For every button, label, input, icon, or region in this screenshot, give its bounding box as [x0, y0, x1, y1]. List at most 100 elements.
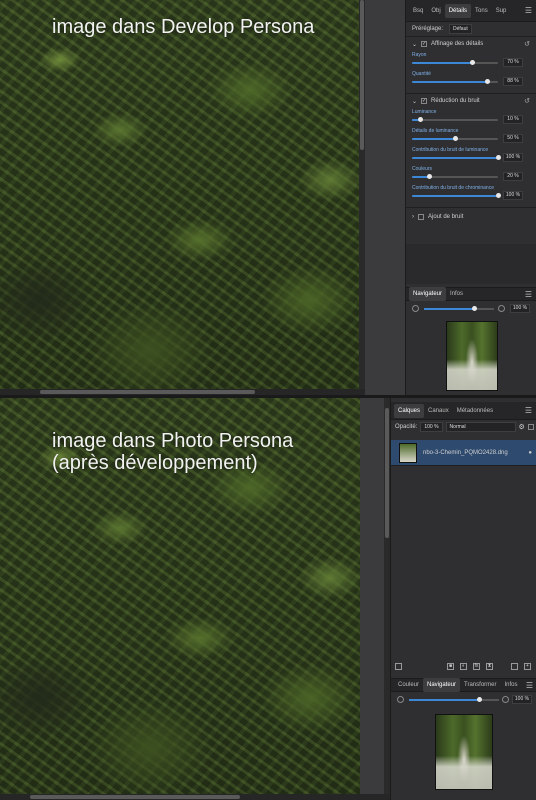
- param-label: Détails de luminance: [412, 128, 459, 134]
- param-value-field[interactable]: 70 %: [503, 58, 523, 67]
- navigator-panel: Navigateur Infos ☰ 100 %: [406, 287, 536, 391]
- fx-icon[interactable]: fx: [473, 663, 480, 670]
- folder-icon[interactable]: [511, 663, 518, 670]
- reset-icon[interactable]: ↺: [524, 97, 530, 105]
- slider-handle[interactable]: [452, 136, 458, 141]
- tab-nav-0[interactable]: Navigateur: [409, 287, 447, 301]
- enable-checkbox[interactable]: [418, 214, 424, 220]
- tab-develop-1[interactable]: Obj: [427, 4, 444, 18]
- layer-options-icon[interactable]: [395, 663, 402, 670]
- filter-icon[interactable]: ⧗: [486, 663, 493, 670]
- enable-checkbox[interactable]: ✓: [421, 98, 428, 104]
- param-label: Contribution du bruit de luminance: [412, 147, 489, 153]
- navigator-thumbnail[interactable]: [435, 714, 493, 790]
- param-slider[interactable]: [412, 136, 498, 141]
- param-value-field[interactable]: 100 %: [503, 153, 523, 162]
- photo-canvas[interactable]: image dans Develop Persona: [0, 0, 359, 389]
- navigator-thumbnail[interactable]: [446, 321, 498, 391]
- param-value-field[interactable]: 100 %: [503, 191, 523, 200]
- layer-actions: ■ ◐ fx ⧗ + 🗑: [447, 663, 536, 670]
- layer-row[interactable]: nbo-3-Chemin_PQMO2428.dng ●: [391, 440, 536, 466]
- add-layer-icon[interactable]: +: [524, 663, 531, 670]
- tab-nav-1[interactable]: Navigateur: [423, 678, 461, 692]
- opacity-field[interactable]: 100 %: [420, 422, 443, 432]
- chevron-down-icon[interactable]: ⌄: [412, 98, 417, 105]
- menu-icon[interactable]: ☰: [525, 290, 532, 299]
- param-value-field[interactable]: 88 %: [503, 77, 523, 86]
- tab-nav-1[interactable]: Infos: [446, 287, 467, 301]
- menu-icon[interactable]: ☰: [525, 6, 532, 15]
- slider-handle[interactable]: [471, 306, 477, 311]
- zoom-slider[interactable]: [409, 697, 499, 702]
- param-slider[interactable]: [412, 117, 498, 122]
- tab-nav-2[interactable]: Transformer: [460, 678, 500, 692]
- param-label: Quantité: [412, 71, 431, 77]
- param-value-field[interactable]: 10 %: [503, 115, 523, 124]
- slider-handle[interactable]: [476, 697, 482, 702]
- opacity-label: Opacité:: [395, 424, 418, 430]
- slider-handle[interactable]: [485, 79, 491, 84]
- preset-row: Préréglage: Défaut: [406, 22, 536, 36]
- zoom-in-icon[interactable]: [502, 696, 509, 703]
- tab-develop-2[interactable]: Détails: [444, 3, 472, 18]
- zoom-value[interactable]: 100 %: [510, 304, 530, 313]
- photo-persona-view: image dans Photo Persona (après développ…: [0, 398, 536, 800]
- tab-develop-4[interactable]: Sup: [492, 4, 511, 18]
- param-row: Contribution du bruit de chrominance 100 …: [406, 184, 536, 203]
- tab-layers-2[interactable]: Métadonnées: [453, 404, 497, 418]
- preset-dropdown[interactable]: Défaut: [449, 24, 472, 34]
- slider-handle[interactable]: [495, 193, 501, 198]
- slider-handle[interactable]: [426, 174, 432, 179]
- tab-nav-0[interactable]: Couleur: [394, 678, 423, 692]
- layer-name: nbo-3-Chemin_PQMO2428.dng: [423, 449, 508, 456]
- menu-icon[interactable]: ☰: [525, 406, 532, 415]
- slider-handle[interactable]: [469, 60, 475, 65]
- adjustment-icon[interactable]: ◐: [460, 663, 467, 670]
- param-slider[interactable]: [412, 60, 498, 65]
- reset-icon[interactable]: ↺: [524, 40, 530, 48]
- studio-tabs: Bsq Obj Détails Tons Sup ☰: [406, 0, 536, 22]
- param-value-field[interactable]: 20 %: [503, 172, 523, 181]
- blend-mode-dropdown[interactable]: Normal: [445, 422, 516, 432]
- layer-toolbar: [395, 663, 402, 670]
- param-value-field[interactable]: 50 %: [503, 134, 523, 143]
- slider-handle[interactable]: [418, 117, 424, 122]
- detail-refinement-section: ⌄ ✓ Affinage des détails ↺ Rayon 70 % Quan…: [406, 36, 536, 89]
- enable-checkbox[interactable]: ✓: [421, 41, 428, 47]
- param-label: Couleurs: [412, 166, 433, 172]
- lock-checkbox[interactable]: [527, 424, 534, 430]
- layer-thumbnail: [399, 442, 417, 463]
- zoom-value[interactable]: 100 %: [512, 695, 532, 704]
- develop-panel: Bsq Obj Détails Tons Sup ☰ Préréglage: Défaut…: [405, 0, 536, 395]
- tab-nav-3[interactable]: Infos: [500, 678, 521, 692]
- zoom-out-icon[interactable]: [397, 696, 404, 703]
- canvas-gutter: [360, 398, 384, 800]
- noise-reduction-section: ⌄ ✓ Réduction du bruit ↺ Luminance 10 % Dé…: [406, 93, 536, 203]
- visibility-icon[interactable]: ●: [528, 450, 532, 456]
- navigator-panel: Couleur Navigateur Transformer Infos ☰ 100 %: [391, 678, 536, 790]
- param-slider[interactable]: [412, 193, 501, 198]
- param-row: Rayon 70 %: [406, 51, 536, 70]
- chevron-right-icon[interactable]: ›: [412, 214, 414, 220]
- param-row: Détails de luminance 50 %: [406, 127, 536, 146]
- tab-develop-0[interactable]: Bsq: [409, 4, 427, 18]
- param-slider[interactable]: [412, 155, 501, 160]
- param-slider[interactable]: [412, 79, 498, 84]
- gear-icon[interactable]: ⚙: [519, 423, 525, 431]
- tab-layers-1[interactable]: Canaux: [424, 404, 453, 418]
- slider-handle[interactable]: [495, 155, 501, 160]
- mask-icon[interactable]: ■: [447, 663, 454, 670]
- zoom-slider[interactable]: [424, 306, 494, 311]
- photo-canvas[interactable]: image dans Photo Persona (après développ…: [0, 398, 360, 800]
- chevron-down-icon[interactable]: ⌄: [412, 41, 417, 48]
- horizontal-scrollbar[interactable]: [0, 794, 390, 800]
- caption: image dans Photo Persona (après développ…: [52, 430, 294, 474]
- tab-develop-3[interactable]: Tons: [471, 4, 492, 18]
- param-row: Couleurs 20 %: [406, 165, 536, 184]
- zoom-in-icon[interactable]: [498, 305, 505, 312]
- param-slider[interactable]: [412, 174, 498, 179]
- zoom-out-icon[interactable]: [412, 305, 419, 312]
- section-title: Affinage des détails: [431, 41, 484, 47]
- tab-layers-0[interactable]: Calques: [394, 403, 425, 418]
- menu-icon[interactable]: ☰: [526, 681, 533, 690]
